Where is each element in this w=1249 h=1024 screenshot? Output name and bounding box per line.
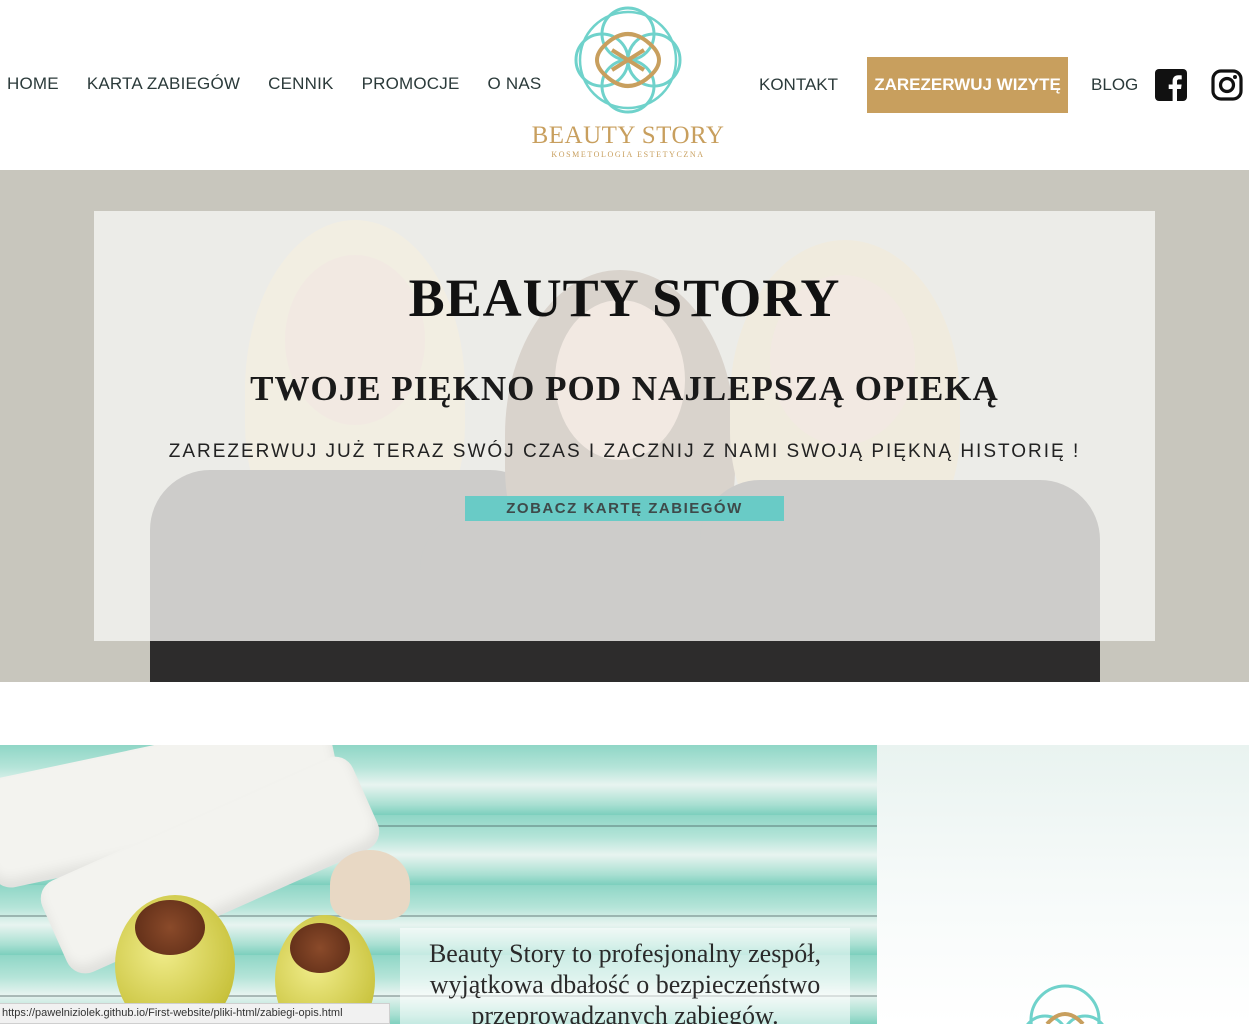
about-line-1: Beauty Story to profesjonalny zespół, xyxy=(428,939,822,968)
brand-logo[interactable]: BEAUTY STORY KOSMETOLOGIA ESTETYCZNA xyxy=(528,4,728,164)
nav-home[interactable]: HOME xyxy=(7,74,59,94)
about-line-2: wyjątkowa dbałość o bezpieczeństwo xyxy=(429,970,821,999)
shell-image xyxy=(330,850,410,920)
logo-tagline: KOSMETOLOGIA ESTETYCZNA xyxy=(551,150,705,159)
logo-mark-icon xyxy=(574,6,682,114)
see-treatments-button[interactable]: ZOBACZ KARTĘ ZABIEGÓW xyxy=(465,496,784,521)
nav-karta-zabiegow[interactable]: KARTA ZABIEGÓW xyxy=(87,74,240,94)
instagram-icon[interactable] xyxy=(1211,69,1243,101)
nav-blog[interactable]: BLOG xyxy=(1091,75,1138,95)
browser-status-url: https://pawelniziolek.github.io/First-we… xyxy=(0,1003,390,1024)
facebook-icon[interactable] xyxy=(1155,69,1187,101)
main-nav-left: HOME KARTA ZABIEGÓW CENNIK PROMOCJE O NA… xyxy=(7,74,569,94)
reserve-visit-button[interactable]: ZAREZERWUJ WIZYTĘ xyxy=(867,57,1069,113)
bottle-cork-image xyxy=(135,900,205,955)
hero-overlay-box: BEAUTY STORY TWOJE PIĘKNO POD NAJLEPSZĄ … xyxy=(94,211,1155,641)
about-section: Beauty Story to profesjonalny zespół, wy… xyxy=(0,745,1249,1024)
site-header: HOME KARTA ZABIEGÓW CENNIK PROMOCJE O NA… xyxy=(0,0,1249,170)
hero-section: BEAUTY STORY TWOJE PIĘKNO POD NAJLEPSZĄ … xyxy=(0,170,1249,682)
main-nav-right: KONTAKT ZAREZERWUJ WIZYTĘ BLOG xyxy=(759,57,1138,113)
bottle-cork-image xyxy=(290,923,350,973)
logo-mark-icon xyxy=(1026,984,1104,1024)
hero-title: BEAUTY STORY xyxy=(408,268,841,328)
hero-text: ZAREZERWUJ JUŻ TERAZ SWÓJ CZAS I ZACZNIJ… xyxy=(168,441,1081,462)
about-text: Beauty Story to profesjonalny zespół, wy… xyxy=(410,938,840,1024)
hero-subtitle: TWOJE PIĘKNO POD NAJLEPSZĄ OPIEKĄ xyxy=(250,369,999,408)
nav-cennik[interactable]: CENNIK xyxy=(268,74,333,94)
nav-kontakt[interactable]: KONTAKT xyxy=(759,75,838,95)
nav-promocje[interactable]: PROMOCJE xyxy=(362,74,460,94)
about-line-3: przeprowadzanych zabiegów. xyxy=(471,1001,779,1024)
logo-name: BEAUTY STORY xyxy=(531,122,725,149)
